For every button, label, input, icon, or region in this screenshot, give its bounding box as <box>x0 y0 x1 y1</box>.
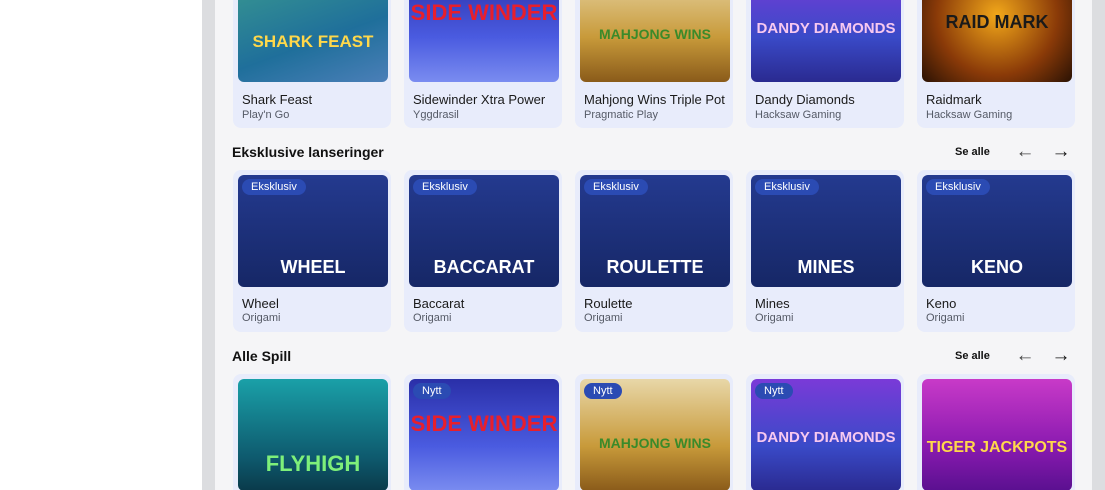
game-art-text: DANDY DIAMONDS <box>756 20 896 37</box>
game-art-text: MAHJONG WINS <box>599 26 711 42</box>
game-card-sidewinder-all[interactable]: Nytt SIDE WINDER <box>404 374 562 490</box>
see-all-link[interactable]: Se alle <box>955 146 990 158</box>
game-thumbnail[interactable]: Eksklusiv MINES <box>751 175 901 287</box>
game-provider: Hacksaw Gaming <box>926 109 1013 121</box>
game-title: Keno <box>926 296 957 311</box>
game-provider: Origami <box>584 312 623 324</box>
left-scroll-gutter <box>202 0 215 490</box>
arrow-left-icon[interactable]: ← <box>1015 346 1035 366</box>
game-card-tiger-jackpots[interactable]: TIGER JACKPOTS <box>917 374 1075 490</box>
game-art-text: SIDE WINDER <box>410 0 558 25</box>
game-art-text: MAHJONG WINS <box>599 435 711 451</box>
section-title: Eksklusive lanseringer <box>232 144 384 160</box>
game-thumbnail[interactable]: TIGER JACKPOTS <box>922 379 1072 490</box>
new-badge: Nytt <box>755 383 793 399</box>
game-title: Baccarat <box>413 296 465 311</box>
game-title: Wheel <box>242 296 279 311</box>
game-provider: Origami <box>242 312 281 324</box>
game-card-roulette[interactable]: Eksklusiv ROULETTE Roulette Origami <box>575 170 733 332</box>
section-title: Alle Spill <box>232 348 292 364</box>
game-card-raidmark[interactable]: RAID MARK Raidmark Hacksaw Gaming <box>917 0 1075 128</box>
game-card-keno[interactable]: Eksklusiv KENO Keno Origami <box>917 170 1075 332</box>
exclusive-badge: Eksklusiv <box>413 179 477 195</box>
exclusive-badge: Eksklusiv <box>926 179 990 195</box>
game-title: Mines <box>755 296 790 311</box>
game-card-sidewinder[interactable]: SIDE WINDER Sidewinder Xtra Power Yggdra… <box>404 0 562 128</box>
game-thumbnail[interactable]: RAID MARK <box>922 0 1072 82</box>
game-provider: Play'n Go <box>242 109 290 121</box>
game-art-text: SIDE WINDER <box>410 411 558 436</box>
game-thumbnail[interactable]: MAHJONG WINS <box>580 0 730 82</box>
game-thumbnail[interactable]: Nytt DANDY DIAMONDS <box>751 379 901 490</box>
game-card-mahjong[interactable]: MAHJONG WINS Mahjong Wins Triple Pot Pra… <box>575 0 733 128</box>
game-art-text: SHARK FEAST <box>252 32 374 51</box>
game-provider: Origami <box>755 312 794 324</box>
game-title: Sidewinder Xtra Power <box>413 92 546 107</box>
game-provider: Origami <box>413 312 452 324</box>
game-thumbnail[interactable]: Eksklusiv WHEEL <box>238 175 388 287</box>
game-thumbnail[interactable]: SHARK FEAST <box>238 0 388 82</box>
exclusive-badge: Eksklusiv <box>584 179 648 195</box>
exclusive-badge: Eksklusiv <box>755 179 819 195</box>
see-all-link[interactable]: Se alle <box>955 350 990 362</box>
game-card-flyhigh[interactable]: FLYHIGH <box>233 374 391 490</box>
game-art-text: KENO <box>970 257 1023 277</box>
new-badge: Nytt <box>584 383 622 399</box>
game-thumbnail[interactable]: Eksklusiv ROULETTE <box>580 175 730 287</box>
arrow-left-icon[interactable]: ← <box>1015 142 1035 162</box>
game-title: Dandy Diamonds <box>755 92 855 107</box>
game-title: Raidmark <box>926 92 982 107</box>
arrow-right-icon[interactable]: → <box>1051 142 1071 162</box>
game-title: Shark Feast <box>242 92 313 107</box>
game-provider: Origami <box>926 312 965 324</box>
game-card-shark-feast[interactable]: SHARK FEAST Shark Feast Play'n Go <box>233 0 391 128</box>
right-scroll-gutter <box>1092 0 1105 490</box>
game-thumbnail[interactable]: Nytt SIDE WINDER <box>409 379 559 490</box>
game-card-wheel[interactable]: Eksklusiv WHEEL Wheel Origami <box>233 170 391 332</box>
game-thumbnail[interactable]: SIDE WINDER <box>409 0 559 82</box>
game-art-text: FLYHIGH <box>265 451 361 476</box>
game-provider: Yggdrasil <box>413 109 459 121</box>
game-title: Roulette <box>584 296 633 311</box>
game-card-mahjong-all[interactable]: Nytt MAHJONG WINS <box>575 374 733 490</box>
game-title: Mahjong Wins Triple Pot <box>584 92 725 107</box>
game-art-text: TIGER JACKPOTS <box>926 439 1068 456</box>
game-thumbnail[interactable]: DANDY DIAMONDS <box>751 0 901 82</box>
game-card-mines[interactable]: Eksklusiv MINES Mines Origami <box>746 170 904 332</box>
game-art-text: ROULETTE <box>606 257 704 277</box>
game-card-dandy-all[interactable]: Nytt DANDY DIAMONDS <box>746 374 904 490</box>
arrow-right-icon[interactable]: → <box>1051 346 1071 366</box>
game-art-text: BACCARAT <box>433 257 535 277</box>
game-thumbnail[interactable]: Eksklusiv KENO <box>922 175 1072 287</box>
exclusive-badge: Eksklusiv <box>242 179 306 195</box>
game-provider: Pragmatic Play <box>584 109 658 121</box>
game-art-text: DANDY DIAMONDS <box>756 429 896 446</box>
game-thumbnail[interactable]: Eksklusiv BACCARAT <box>409 175 559 287</box>
game-provider: Hacksaw Gaming <box>755 109 842 121</box>
game-thumbnail[interactable]: FLYHIGH <box>238 379 388 490</box>
game-art-text: MINES <box>797 257 855 277</box>
game-art-text: WHEEL <box>280 257 346 277</box>
game-card-baccarat[interactable]: Eksklusiv BACCARAT Baccarat Origami <box>404 170 562 332</box>
new-badge: Nytt <box>413 383 451 399</box>
left-blank-pane <box>0 0 202 490</box>
game-card-dandy-diamonds[interactable]: DANDY DIAMONDS Dandy Diamonds Hacksaw Ga… <box>746 0 904 128</box>
games-lobby: SHARK FEAST Shark Feast Play'n Go SIDE W… <box>215 0 1092 490</box>
game-art-text: RAID MARK <box>945 12 1049 32</box>
game-thumbnail[interactable]: Nytt MAHJONG WINS <box>580 379 730 490</box>
